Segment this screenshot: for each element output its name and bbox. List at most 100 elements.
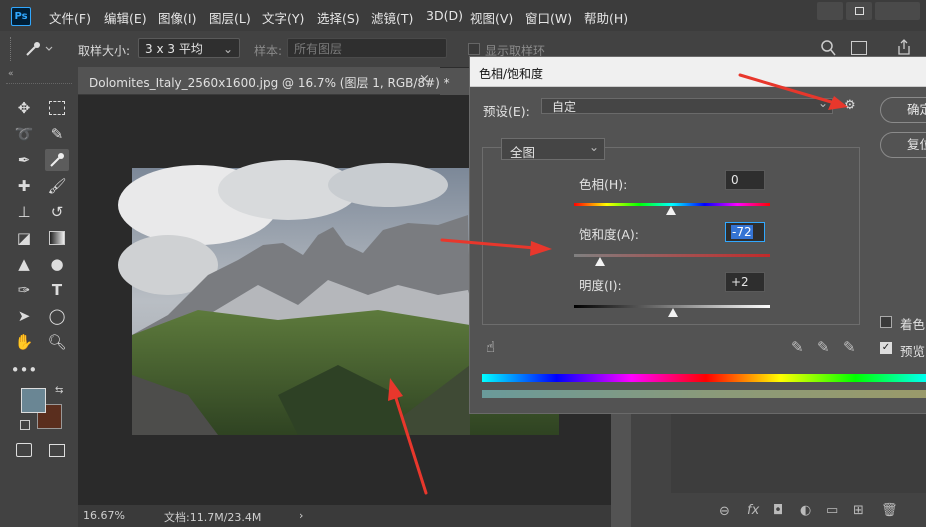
quick-mask-icon[interactable] bbox=[12, 439, 36, 461]
menu-filter[interactable]: 滤镜(T) bbox=[371, 8, 413, 27]
eyedropper-icon[interactable]: ✎ bbox=[791, 338, 804, 356]
menu-file[interactable]: 文件(F) bbox=[49, 8, 91, 27]
sample-size-select[interactable]: 3 x 3 平均 ⌄ bbox=[138, 38, 240, 58]
lightness-slider-thumb[interactable] bbox=[668, 308, 678, 317]
toolbar-grip bbox=[6, 83, 72, 85]
new-layer-icon[interactable]: ⊞ bbox=[853, 503, 864, 518]
pen-tool-icon[interactable]: ✑ bbox=[12, 279, 36, 301]
history-brush-icon[interactable]: ↺ bbox=[45, 201, 69, 223]
hue-input[interactable]: 0 bbox=[725, 170, 765, 190]
maximize-icon bbox=[855, 7, 864, 15]
crop-tool-icon[interactable]: ✒ bbox=[12, 149, 36, 171]
zoom-level[interactable]: 16.67% bbox=[83, 509, 125, 522]
share-icon[interactable] bbox=[896, 38, 912, 56]
foreground-color-swatch[interactable] bbox=[21, 388, 46, 413]
hue-spectrum-bar bbox=[482, 374, 926, 382]
menu-image[interactable]: 图像(I) bbox=[158, 8, 196, 27]
preview-checkbox[interactable]: ✓ bbox=[880, 342, 892, 354]
status-bar: 16.67% 文档:11.7M/23.4M › bbox=[78, 505, 611, 527]
default-colors-icon[interactable] bbox=[20, 420, 30, 430]
dialog-title-bar[interactable]: 色相/饱和度 bbox=[470, 57, 926, 87]
saturation-input[interactable]: -72 bbox=[725, 222, 765, 242]
eyedropper-tool-icon[interactable] bbox=[45, 149, 69, 171]
menu-3d[interactable]: 3D(D) bbox=[426, 8, 463, 23]
collapse-icon[interactable]: « bbox=[8, 69, 14, 79]
menu-edit[interactable]: 编辑(E) bbox=[104, 8, 147, 27]
adjusted-spectrum-bar bbox=[482, 390, 926, 398]
chevron-down-icon: ⌄ bbox=[222, 42, 233, 56]
swap-colors-icon[interactable]: ⇆ bbox=[55, 385, 63, 396]
saturation-slider-thumb[interactable] bbox=[595, 257, 605, 266]
add-eyedropper-icon[interactable]: ✎ bbox=[817, 338, 830, 356]
show-ring-checkbox[interactable] bbox=[468, 43, 480, 55]
reset-button-label: 复位 bbox=[907, 137, 926, 152]
hue-saturation-dialog: 色相/饱和度 预设(E): 自定 ⌄ ⚙ 全图 ⌄ 色相(H): 0 饱和度(A… bbox=[469, 56, 926, 414]
lightness-input[interactable]: +2 bbox=[725, 272, 765, 292]
status-menu-arrow[interactable]: › bbox=[299, 509, 303, 522]
gradient-tool-icon[interactable] bbox=[45, 227, 69, 249]
preset-select[interactable]: 自定 ⌄ bbox=[541, 96, 833, 114]
grip-icon bbox=[10, 37, 14, 61]
preset-options-gear-icon[interactable]: ⚙ bbox=[844, 98, 856, 113]
healing-brush-icon[interactable]: ✚ bbox=[12, 175, 36, 197]
subtract-eyedropper-icon[interactable]: ✎ bbox=[843, 338, 856, 356]
menu-type[interactable]: 文字(Y) bbox=[262, 8, 304, 27]
hue-label: 色相(H): bbox=[579, 177, 628, 192]
saturation-value: -72 bbox=[731, 225, 753, 239]
search-icon[interactable] bbox=[820, 39, 836, 57]
menu-select[interactable]: 选择(S) bbox=[317, 8, 360, 27]
saturation-label: 饱和度(A): bbox=[579, 227, 640, 242]
targeted-adjustment-hand-icon[interactable]: ☝ bbox=[486, 338, 495, 356]
ellipse-tool-icon[interactable]: ◯ bbox=[45, 305, 69, 327]
document-tab[interactable]: Dolomites_Italy_2560x1600.jpg @ 16.7% (图… bbox=[78, 67, 450, 95]
colorize-checkbox[interactable] bbox=[880, 316, 892, 328]
hand-tool-icon[interactable]: ✋ bbox=[12, 331, 36, 353]
minimize-button[interactable] bbox=[817, 2, 843, 20]
layer-mask-icon[interactable]: ◘ bbox=[773, 503, 783, 518]
menu-view[interactable]: 视图(V) bbox=[470, 8, 513, 27]
menu-help[interactable]: 帮助(H) bbox=[584, 8, 628, 27]
workspace-icon[interactable] bbox=[851, 41, 867, 55]
blur-tool-icon[interactable]: ▲ bbox=[12, 253, 36, 275]
sample-label: 样本: bbox=[254, 44, 283, 58]
hue-slider-thumb[interactable] bbox=[666, 206, 676, 215]
path-select-icon[interactable]: ➤ bbox=[12, 305, 36, 327]
adjustment-group bbox=[482, 147, 860, 325]
sample-select[interactable]: 所有图层 bbox=[287, 38, 447, 58]
menu-bar: Ps 文件(F) 编辑(E) 图像(I) 图层(L) 文字(Y) 选择(S) 滤… bbox=[0, 0, 926, 31]
close-tab-icon[interactable]: × bbox=[419, 72, 430, 87]
type-tool-icon[interactable]: T bbox=[45, 279, 69, 301]
menu-layer[interactable]: 图层(L) bbox=[209, 8, 251, 27]
link-layers-icon[interactable]: ⊖ bbox=[719, 504, 730, 519]
close-window-button[interactable] bbox=[875, 2, 920, 20]
quick-select-tool-icon[interactable]: ✎ bbox=[45, 123, 69, 145]
sample-value: 所有图层 bbox=[294, 42, 343, 56]
marquee-tool-icon[interactable] bbox=[45, 97, 69, 119]
eraser-tool-icon[interactable]: ◪ bbox=[12, 227, 36, 249]
eyedropper-preset-icon[interactable] bbox=[24, 40, 54, 58]
toolbar: « ✥ ➰ ✎ ✒ ✚ 🖌 ⊥ ↺ ◪ ▲ ● ✑ T ➤ ◯ ✋ 🔍︎ •••… bbox=[0, 67, 79, 527]
lasso-tool-icon[interactable]: ➰ bbox=[12, 123, 36, 145]
photoshop-logo: Ps bbox=[11, 7, 31, 26]
chevron-down-icon: ⌄ bbox=[588, 140, 599, 154]
ok-button[interactable]: 确定 bbox=[880, 97, 926, 123]
doc-size: 文档:11.7M/23.4M bbox=[164, 511, 262, 524]
dodge-tool-icon[interactable]: ● bbox=[45, 253, 69, 275]
preset-label: 预设(E): bbox=[483, 104, 530, 119]
maximize-button[interactable] bbox=[846, 2, 872, 20]
fx-icon[interactable]: fx bbox=[747, 503, 759, 518]
preset-value: 自定 bbox=[552, 100, 577, 114]
adjustment-layer-icon[interactable]: ◐ bbox=[800, 503, 811, 518]
screen-mode-icon[interactable] bbox=[45, 439, 69, 461]
more-tools-icon[interactable]: ••• bbox=[11, 359, 38, 381]
brush-tool-icon[interactable]: 🖌 bbox=[45, 175, 69, 197]
move-tool-icon[interactable]: ✥ bbox=[12, 97, 36, 119]
clone-stamp-icon[interactable]: ⊥ bbox=[12, 201, 36, 223]
menu-window[interactable]: 窗口(W) bbox=[525, 8, 572, 27]
reset-button[interactable]: 复位 bbox=[880, 132, 926, 158]
group-icon[interactable]: ▭ bbox=[826, 503, 838, 518]
delete-layer-icon[interactable]: 🗑︎ bbox=[881, 503, 898, 518]
channel-value: 全图 bbox=[510, 145, 536, 160]
zoom-tool-icon[interactable]: 🔍︎ bbox=[45, 331, 69, 353]
channel-select[interactable]: 全图 ⌄ bbox=[501, 138, 605, 160]
